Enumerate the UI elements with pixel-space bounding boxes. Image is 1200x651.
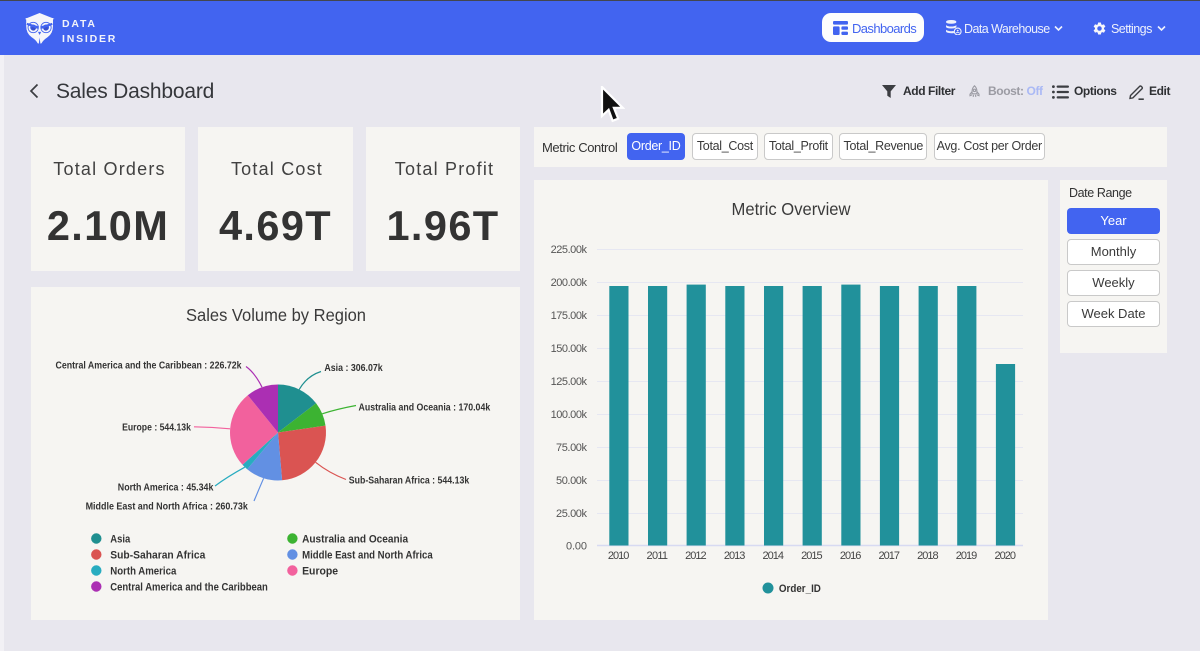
svg-text:Asia: Asia bbox=[110, 534, 131, 546]
svg-text:0.00: 0.00 bbox=[566, 541, 587, 553]
svg-text:Central America and the Caribb: Central America and the Caribbean bbox=[110, 582, 268, 594]
svg-text:Order_ID: Order_ID bbox=[779, 583, 821, 595]
svg-text:Australia and Oceania: Australia and Oceania bbox=[302, 534, 409, 546]
svg-text:2019: 2019 bbox=[956, 550, 978, 562]
svg-text:Middle East and North Africa :: Middle East and North Africa : 260.73k bbox=[86, 501, 248, 513]
svg-text:225.00k: 225.00k bbox=[551, 244, 588, 256]
svg-text:Asia : 306.07k: Asia : 306.07k bbox=[324, 362, 382, 374]
svg-text:Europe: Europe bbox=[302, 566, 338, 578]
svg-text:2016: 2016 bbox=[840, 550, 862, 562]
svg-text:2018: 2018 bbox=[917, 550, 939, 562]
svg-text:Metric Overview: Metric Overview bbox=[732, 199, 851, 219]
svg-text:150.00k: 150.00k bbox=[551, 343, 588, 355]
svg-text:2012: 2012 bbox=[685, 550, 707, 562]
svg-text:2011: 2011 bbox=[647, 550, 669, 562]
svg-text:North America: North America bbox=[110, 566, 177, 578]
svg-text:25.00k: 25.00k bbox=[556, 508, 588, 520]
svg-text:200.00k: 200.00k bbox=[551, 277, 588, 289]
svg-text:175.00k: 175.00k bbox=[551, 310, 588, 322]
svg-text:2010: 2010 bbox=[608, 550, 630, 562]
svg-text:Sales Volume by Region: Sales Volume by Region bbox=[186, 305, 366, 325]
svg-text:2020: 2020 bbox=[994, 550, 1016, 562]
svg-text:2014: 2014 bbox=[763, 550, 785, 562]
svg-text:Central America and the Caribb: Central America and the Caribbean : 226.… bbox=[56, 360, 242, 372]
svg-text:125.00k: 125.00k bbox=[551, 376, 588, 388]
svg-text:100.00k: 100.00k bbox=[551, 409, 588, 421]
svg-text:2017: 2017 bbox=[878, 550, 900, 562]
svg-text:2015: 2015 bbox=[801, 550, 823, 562]
svg-text:75.00k: 75.00k bbox=[556, 442, 588, 454]
svg-text:Sub-Saharan Africa: Sub-Saharan Africa bbox=[110, 550, 206, 562]
svg-text:Sub-Saharan Africa : 544.13k: Sub-Saharan Africa : 544.13k bbox=[349, 475, 470, 487]
svg-text:Europe : 544.13k: Europe : 544.13k bbox=[122, 422, 191, 434]
svg-text:Australia and Oceania : 170.04: Australia and Oceania : 170.04k bbox=[359, 402, 491, 414]
svg-text:50.00k: 50.00k bbox=[556, 475, 588, 487]
svg-text:North America : 45.34k: North America : 45.34k bbox=[118, 482, 214, 494]
svg-text:2013: 2013 bbox=[724, 550, 746, 562]
svg-text:Middle East and North Africa: Middle East and North Africa bbox=[302, 550, 433, 562]
